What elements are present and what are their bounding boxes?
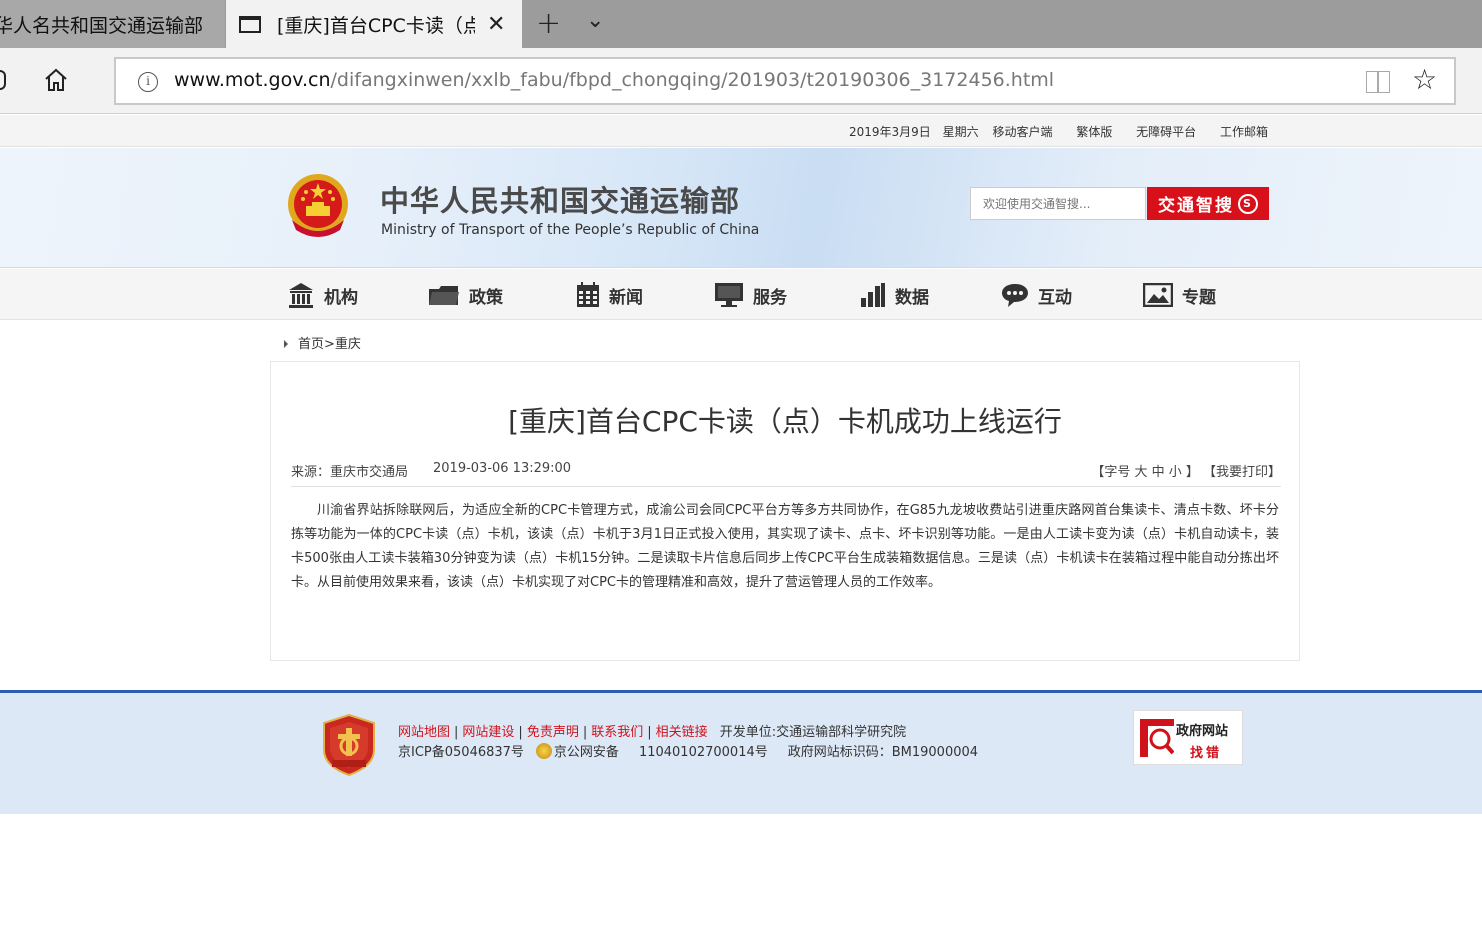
browser-tab-bar: 华人名共和国交通运输部 [重庆]首台CPC卡读（点 ✕ + ⌄ — [0, 0, 1482, 48]
nav-label: 服务 — [753, 287, 787, 308]
folder-icon — [429, 286, 459, 305]
accessibility-link[interactable]: 无障碍平台 — [1136, 125, 1196, 139]
site-name-chinese[interactable]: 中华人民共和国交通运输部 — [380, 178, 740, 220]
page-icon — [239, 15, 261, 33]
nav-item-policy[interactable]: 政策 — [428, 281, 503, 309]
nav-item-services[interactable]: 服务 — [714, 281, 787, 309]
find-error-magnifier-icon — [1140, 719, 1174, 757]
gov-site-find-error-button[interactable]: 政府网站 找错 — [1133, 710, 1243, 765]
article-datetime: 2019-03-06 13:29:00 — [433, 461, 572, 476]
url-field[interactable]: i www.mot.gov.cn/difangxinwen/xxlb_fabu/… — [114, 57, 1456, 105]
search-button-label: 交通智搜 — [1158, 196, 1234, 216]
nav-item-topics[interactable]: 专题 — [1143, 281, 1216, 309]
top-utility-bar: 2019年3月9日 星期六 移动客户端 繁体版 无障碍平台 工作邮箱 — [0, 115, 1482, 147]
browser-tab-title: [重庆]首台CPC卡读（点 — [277, 14, 475, 37]
bar-chart-icon — [861, 283, 885, 307]
info-icon[interactable]: i — [138, 72, 158, 92]
footer-police-record[interactable]: 京公网安备 — [554, 745, 619, 760]
footer-link-sitemap[interactable]: 网站地图 — [398, 725, 450, 740]
footer-link-site-construction[interactable]: 网站建设 — [462, 725, 514, 740]
site-name-english: Ministry of Transport of the People’s Re… — [381, 222, 760, 238]
footer-site-id: 政府网站标识码：BM19000004 — [787, 745, 979, 760]
article-tools[interactable]: 【字号 大 中 小 】 【我要打印】 — [1091, 461, 1281, 480]
article-meta: 来源：重庆市交通局 2019-03-06 13:29:00 【字号 大 中 小 … — [291, 461, 1281, 487]
nav-label: 政策 — [469, 287, 503, 308]
nav-item-news[interactable]: 新闻 — [576, 281, 643, 309]
breadcrumb-separator: > — [324, 337, 335, 352]
building-icon — [289, 283, 313, 308]
nav-item-institutions[interactable]: 机构 — [287, 281, 358, 309]
main-nav: 机构 政策 新闻 服务 数据 互动 专题 — [0, 269, 1482, 320]
national-emblem-icon[interactable] — [286, 170, 350, 242]
footer-link-disclaimer[interactable]: 免责声明 — [527, 725, 579, 740]
party-government-logo-icon[interactable] — [322, 714, 376, 776]
current-weekday: 星期六 — [942, 125, 979, 139]
chat-bubble-icon — [1002, 284, 1028, 307]
url-text: www.mot.gov.cn/difangxinwen/xxlb_fabu/fb… — [174, 69, 1054, 91]
calendar-icon — [577, 282, 599, 307]
current-date: 2019年3月9日 — [849, 125, 931, 139]
back-button[interactable] — [0, 70, 6, 90]
address-bar: i www.mot.gov.cn/difangxinwen/xxlb_fabu/… — [0, 48, 1482, 114]
favorite-star-icon[interactable]: ☆ — [1412, 63, 1437, 96]
breadcrumb-current-link[interactable]: 重庆 — [335, 337, 361, 352]
site-footer: 网站地图 | 网站建设 | 免责声明 | 联系我们 | 相关链接 开发单位:交通运输部科学研究院… — [0, 690, 1482, 814]
mobile-client-link[interactable]: 移动客户端 — [992, 125, 1052, 139]
footer-records: 京ICP备05046837号 京公网安备 11040102700014号 政府网站标识… — [398, 741, 978, 760]
footer-icp[interactable]: 京ICP备05046837号 — [398, 745, 524, 760]
article-panel: [重庆]首台CPC卡读（点）卡机成功上线运行 来源：重庆市交通局 2019-03… — [270, 361, 1300, 661]
new-tab-icon[interactable]: + — [536, 6, 561, 41]
monitor-icon — [715, 283, 743, 307]
site-search-button[interactable]: 交通智搜 S — [1147, 187, 1269, 220]
gov-find-line2: 找错 — [1190, 746, 1223, 761]
nav-label: 机构 — [324, 287, 358, 308]
breadcrumb: 首页>重庆 — [284, 333, 361, 352]
browser-tab-title: 华人名共和国交通运输部 — [0, 14, 204, 37]
nav-item-data[interactable]: 数据 — [860, 281, 929, 309]
nav-label: 新闻 — [609, 287, 643, 308]
url-path: /difangxinwen/xxlb_fabu/fbpd_chongqing/2… — [330, 69, 1055, 91]
breadcrumb-home-link[interactable]: 首页 — [298, 337, 324, 352]
nav-item-interaction[interactable]: 互动 — [1001, 281, 1072, 309]
nav-label: 数据 — [895, 287, 929, 308]
footer-link-contact[interactable]: 联系我们 — [591, 725, 643, 740]
footer-developer: 开发单位:交通运输部科学研究院 — [719, 725, 907, 740]
article-source: 来源：重庆市交通局 — [291, 465, 409, 480]
footer-links: 网站地图 | 网站建设 | 免责声明 | 联系我们 | 相关链接 开发单位:交通运输部科学研究院 — [398, 725, 907, 740]
reading-view-icon[interactable] — [1366, 71, 1390, 93]
close-tab-icon[interactable]: ✕ — [487, 12, 505, 37]
site-header: 中华人民共和国交通运输部 Ministry of Transport of th… — [0, 148, 1482, 268]
footer-link-related[interactable]: 相关链接 — [656, 725, 708, 740]
site-search-input[interactable] — [970, 187, 1146, 220]
url-host: www.mot.gov.cn — [174, 69, 331, 91]
browser-tab-active[interactable]: [重庆]首台CPC卡读（点 ✕ — [226, 0, 522, 48]
footer-police-number: 11040102700014号 — [638, 745, 768, 760]
work-email-link[interactable]: 工作邮箱 — [1220, 125, 1268, 139]
nav-label: 互动 — [1038, 287, 1072, 308]
article-body: 川渝省界站拆除联网后，为适应全新的CPC卡管理方式，成渝公司会同CPC平台方等多… — [291, 503, 1279, 590]
gov-find-line1: 政府网站 — [1176, 724, 1229, 739]
traditional-chinese-link[interactable]: 繁体版 — [1076, 125, 1112, 139]
chevron-down-icon[interactable]: ⌄ — [586, 8, 604, 33]
picture-icon — [1143, 283, 1173, 307]
police-badge-icon — [535, 743, 552, 759]
search-icon: S — [1238, 193, 1258, 214]
nav-label: 专题 — [1182, 287, 1216, 308]
browser-tab-inactive[interactable]: 华人名共和国交通运输部 — [0, 0, 225, 48]
breadcrumb-arrow-icon — [284, 340, 288, 348]
home-icon[interactable] — [42, 66, 70, 94]
article-title: [重庆]首台CPC卡读（点）卡机成功上线运行 — [508, 405, 1062, 438]
